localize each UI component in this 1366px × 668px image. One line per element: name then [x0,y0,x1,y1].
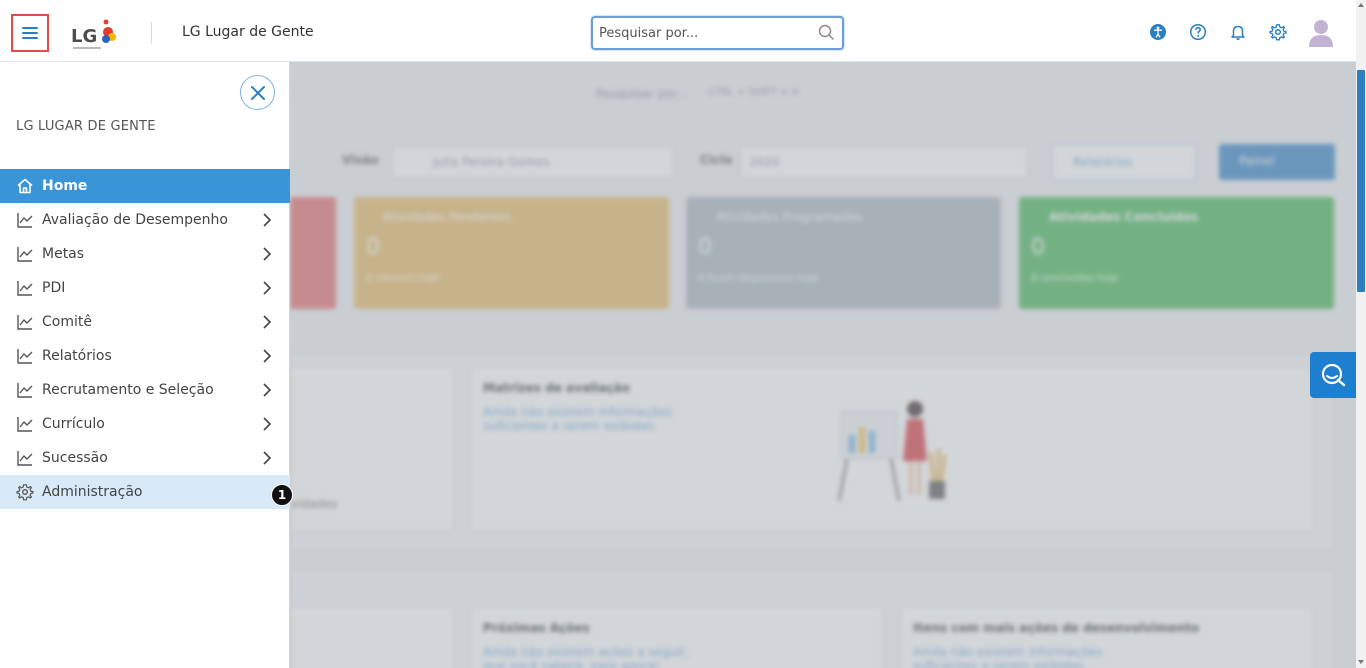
scroll-down-icon[interactable] [1358,660,1364,664]
chevron-right-icon [263,281,272,295]
sidebar-item-metas[interactable]: Metas [0,237,290,271]
lg-logo: LG [71,19,116,49]
bell-icon[interactable] [1229,23,1247,41]
gear-icon[interactable] [1269,23,1287,41]
chart-line-icon [15,244,35,264]
sidebar-item-curriculo[interactable]: Currículo [0,407,290,441]
user-avatar[interactable] [1307,17,1335,47]
logo-text: LG [71,26,97,47]
sidebar-menu: LG LUGAR DE GENTE Home Avaliação de Dese… [0,62,293,668]
sidebar-item-sucessao[interactable]: Sucessão [0,441,290,475]
header-divider [151,22,152,44]
scroll-up-icon[interactable] [1358,3,1364,7]
help-icon[interactable] [1189,23,1207,41]
sidebar-item-label: PDI [42,280,66,296]
chart-line-icon [15,380,35,400]
chevron-right-icon [263,349,272,363]
company-name: LG LUGAR DE GENTE [16,119,156,134]
sidebar-item-recrutamento[interactable]: Recrutamento e Seleção [0,373,290,407]
search-box[interactable] [591,16,844,50]
sidebar-item-label: Avaliação de Desempenho [42,212,228,228]
chevron-right-icon [263,213,272,227]
sidebar-item-label: Administração [42,484,143,500]
chart-line-icon [15,210,35,230]
sidebar-item-label: Relatórios [42,348,112,364]
sidebar-item-label: Sucessão [42,450,108,466]
gear-icon [15,482,35,502]
chevron-right-icon [263,451,272,465]
chart-line-icon [15,278,35,298]
step-badge: 1 [271,484,293,506]
sidebar-item-pdi[interactable]: PDI [0,271,290,305]
home-icon [15,176,35,196]
app-title: LG Lugar de Gente [182,24,314,40]
chat-icon [1321,363,1346,387]
page-scrollbar[interactable] [1356,0,1366,668]
sidebar-item-label: Metas [42,246,85,262]
modal-overlay[interactable] [290,62,1356,668]
sidebar-item-home[interactable]: Home [0,169,290,203]
chat-button[interactable] [1310,352,1356,398]
chart-line-icon [15,312,35,332]
sidebar-item-label: Home [42,178,88,194]
sidebar-item-relatorios[interactable]: Relatórios [0,339,290,373]
chart-line-icon [15,346,35,366]
sidebar-nav: Home Avaliação de Desempenho Metas PDI C… [0,169,293,509]
accessibility-icon[interactable] [1149,23,1167,41]
close-menu-button[interactable] [240,75,275,110]
hamburger-icon [22,27,38,39]
sidebar-item-administracao[interactable]: Administração 1 [0,475,293,509]
sidebar-item-label: Currículo [42,416,105,432]
top-bar: LG LG Lugar de Gente [0,0,1356,62]
chevron-right-icon [263,383,272,397]
chart-line-icon [15,414,35,434]
chart-line-icon [15,448,35,468]
search-input[interactable] [599,23,809,43]
sidebar-item-label: Comitê [42,314,92,330]
scrollbar-thumb[interactable] [1357,70,1365,292]
close-icon [250,85,265,100]
chevron-right-icon [263,417,272,431]
chevron-right-icon [263,247,272,261]
search-icon[interactable] [818,24,835,41]
sidebar-item-label: Recrutamento e Seleção [42,382,214,398]
chevron-right-icon [263,315,272,329]
menu-toggle-button[interactable] [11,14,49,52]
sidebar-item-comite[interactable]: Comitê [0,305,290,339]
sidebar-item-avaliacao[interactable]: Avaliação de Desempenho [0,203,290,237]
